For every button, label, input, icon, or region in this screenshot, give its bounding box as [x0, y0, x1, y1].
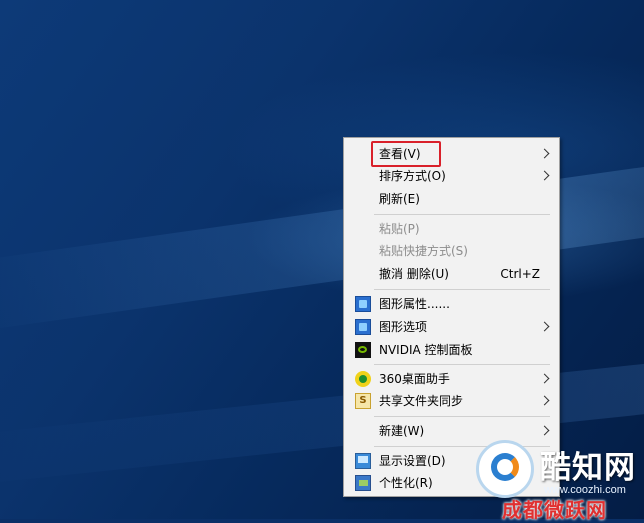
menu-separator: [374, 214, 550, 215]
menu-item-label: 刷新(E): [379, 192, 420, 206]
coozhi-logo-icon: [476, 440, 534, 498]
menu-item-label: 个性化(R): [379, 476, 433, 490]
menu-item-graphics-properties[interactable]: 图形属性......: [344, 293, 559, 315]
menu-item-label: 360桌面助手: [379, 372, 450, 386]
menu-item-label: 显示设置(D): [379, 454, 446, 468]
menu-separator: [374, 416, 550, 417]
menu-separator: [374, 289, 550, 290]
watermark-brand: 酷知网: [540, 450, 636, 486]
personalize-icon: [355, 475, 371, 491]
display-icon: [355, 453, 371, 469]
chevron-right-icon: [539, 170, 550, 181]
menu-item-label: NVIDIA 控制面板: [379, 343, 473, 357]
menu-separator: [374, 364, 550, 365]
graphics-icon: [355, 296, 371, 312]
menu-item-paste-shortcut: 粘贴快捷方式(S): [344, 240, 559, 262]
nvidia-icon: [355, 342, 371, 358]
menu-item-nvidia-control-panel[interactable]: NVIDIA 控制面板: [344, 339, 559, 361]
chevron-right-icon: [539, 395, 550, 406]
menu-item-refresh[interactable]: 刷新(E): [344, 188, 559, 210]
watermark: 酷知网 www.coozhi.com 成都微跃网: [468, 436, 644, 522]
menu-item-label: 查看(V): [379, 147, 421, 161]
menu-item-undo-delete[interactable]: 撤消 删除(U) Ctrl+Z: [344, 263, 559, 285]
menu-item-label: 共享文件夹同步: [379, 394, 464, 408]
menu-item-shortcut: Ctrl+Z: [500, 267, 540, 281]
menu-item-label: 粘贴快捷方式(S): [379, 244, 468, 258]
360-icon: [355, 371, 371, 387]
menu-item-shared-folder-sync[interactable]: S 共享文件夹同步: [344, 390, 559, 412]
share-sync-icon: S: [355, 393, 371, 409]
chevron-right-icon: [539, 148, 550, 159]
menu-item-label: 图形属性......: [379, 297, 450, 311]
menu-item-sort-by[interactable]: 排序方式(O): [344, 165, 559, 187]
chevron-right-icon: [539, 373, 550, 384]
menu-item-360-desktop-assistant[interactable]: 360桌面助手: [344, 368, 559, 390]
menu-item-label: 排序方式(O): [379, 169, 446, 183]
menu-item-label: 图形选项: [379, 320, 428, 334]
chevron-right-icon: [539, 425, 550, 436]
menu-item-graphics-options[interactable]: 图形选项: [344, 316, 559, 338]
graphics-icon: [355, 319, 371, 335]
menu-item-label: 新建(W): [379, 424, 425, 438]
menu-item-label: 撤消 删除(U): [379, 267, 449, 281]
chevron-right-icon: [539, 321, 550, 332]
menu-item-label: 粘贴(P): [379, 222, 420, 236]
menu-item-paste: 粘贴(P): [344, 218, 559, 240]
menu-item-view[interactable]: 查看(V): [344, 143, 559, 165]
